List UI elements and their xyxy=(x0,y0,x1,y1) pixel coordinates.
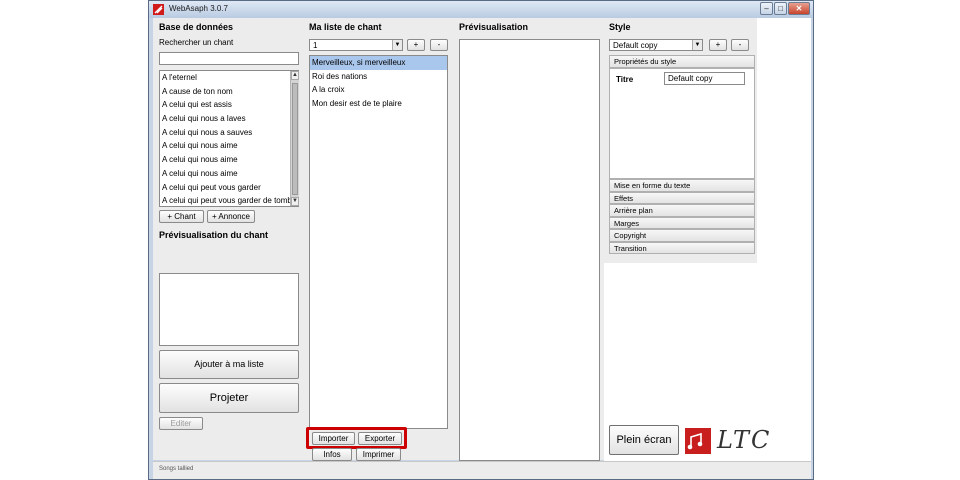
song-list-scrollbar[interactable]: ▲ ▼ xyxy=(290,71,299,206)
style-heading: Style xyxy=(609,22,631,32)
app-logo-icon xyxy=(153,4,164,15)
my-list-item[interactable]: A la croix xyxy=(310,83,447,97)
song-list-item[interactable]: A celui qui nous aime xyxy=(160,167,290,181)
song-list-item[interactable]: A celui qui nous aime xyxy=(160,139,290,153)
remove-list-button[interactable]: - xyxy=(430,39,448,51)
accordion-transition[interactable]: Transition xyxy=(609,241,755,254)
minimize-button[interactable]: ‒ xyxy=(760,2,773,15)
song-list-item[interactable]: A celui qui peut vous garder xyxy=(160,181,290,195)
maximize-button[interactable]: □ xyxy=(774,2,787,15)
dropdown-arrow-icon[interactable]: ▼ xyxy=(692,40,702,50)
remove-style-button[interactable]: - xyxy=(731,39,749,51)
style-selector-value: Default copy xyxy=(613,41,658,50)
song-preview-area xyxy=(159,273,299,346)
list-selector-value: 1 xyxy=(313,41,318,50)
app-window: WebAsaph 3.0.7 ‒ □ ✕ Base de données Rec… xyxy=(148,0,814,480)
fullscreen-button[interactable]: Plein écran xyxy=(609,425,679,455)
edit-button[interactable]: Editer xyxy=(159,417,203,430)
song-list-item[interactable]: A celui qui peut vous garder de tombe xyxy=(160,194,290,206)
dropdown-arrow-icon[interactable]: ▼ xyxy=(392,40,402,50)
title-label: Titre xyxy=(616,75,634,84)
my-list-item[interactable]: Merveilleux, si merveilleux xyxy=(310,56,447,70)
preview-heading: Prévisualisation xyxy=(459,22,529,32)
accordion-effects[interactable]: Effets xyxy=(609,191,755,204)
export-button[interactable]: Exporter xyxy=(358,432,402,445)
info-button[interactable]: Infos xyxy=(312,448,352,461)
song-list-item[interactable]: A l'eternel xyxy=(160,71,290,85)
main-panel: Base de données Rechercher un chant A l'… xyxy=(153,18,811,461)
add-announce-button[interactable]: + Annonce xyxy=(207,210,255,223)
song-database-list[interactable]: A l'eternel A cause de ton nom A celui qui… xyxy=(159,70,299,207)
preview-area xyxy=(459,39,600,461)
scroll-down-icon[interactable]: ▼ xyxy=(291,197,299,206)
style-properties-panel: Propriétés du style Titre Default copy M… xyxy=(609,55,755,255)
scroll-up-icon[interactable]: ▲ xyxy=(291,71,299,80)
window-title: WebAsaph 3.0.7 xyxy=(169,4,229,13)
ltc-logo-text: LTC xyxy=(717,426,772,454)
style-properties-body: Titre Default copy xyxy=(609,68,755,179)
song-list-item[interactable]: A celui qui nous aime xyxy=(160,153,290,167)
ltc-logo: LTC xyxy=(685,426,807,456)
print-button[interactable]: Imprimer xyxy=(356,448,401,461)
scroll-thumb[interactable] xyxy=(292,83,298,195)
song-list-item[interactable]: A cause de ton nom xyxy=(160,85,290,99)
add-list-button[interactable]: + xyxy=(407,39,425,51)
status-text: Songs tallied xyxy=(159,466,194,472)
database-heading: Base de données xyxy=(159,22,234,32)
accordion-copyright[interactable]: Copyright xyxy=(609,229,755,242)
song-preview-heading: Prévisualisation du chant xyxy=(159,230,269,240)
my-list-item[interactable]: Mon desir est de te plaire xyxy=(310,97,447,111)
my-list-item[interactable]: Roi des nations xyxy=(310,70,447,84)
title-bar[interactable]: WebAsaph 3.0.7 ‒ □ ✕ xyxy=(149,1,813,18)
style-selector[interactable]: Default copy ▼ xyxy=(609,39,703,51)
close-button[interactable]: ✕ xyxy=(788,2,810,15)
song-list-item[interactable]: A celui qui est assis xyxy=(160,98,290,112)
add-style-button[interactable]: + xyxy=(709,39,727,51)
title-input[interactable]: Default copy xyxy=(664,72,745,85)
list-selector[interactable]: 1 ▼ xyxy=(309,39,403,51)
add-song-button[interactable]: + Chant xyxy=(159,210,204,223)
project-button[interactable]: Projeter xyxy=(159,383,299,413)
search-input[interactable] xyxy=(159,52,299,65)
song-list-item[interactable]: A celui qui nous a laves xyxy=(160,112,290,126)
accordion-text-formatting[interactable]: Mise en forme du texte xyxy=(609,179,755,192)
search-label: Rechercher un chant xyxy=(159,38,234,47)
my-song-list-items: Merveilleux, si merveilleux Roi des natio… xyxy=(310,56,447,428)
my-song-list[interactable]: Merveilleux, si merveilleux Roi des natio… xyxy=(309,55,448,429)
status-bar: Songs tallied xyxy=(153,461,811,479)
song-list-items: A l'eternel A cause de ton nom A celui qui… xyxy=(160,71,290,206)
music-note-icon xyxy=(685,428,711,454)
my-list-heading: Ma liste de chant xyxy=(309,22,382,32)
accordion-background[interactable]: Arrière plan xyxy=(609,204,755,217)
song-list-item[interactable]: A celui qui nous a sauves xyxy=(160,126,290,140)
import-button[interactable]: Importer xyxy=(312,432,355,445)
accordion-margins[interactable]: Marges xyxy=(609,216,755,229)
style-properties-header[interactable]: Propriétés du style xyxy=(609,55,755,68)
add-to-list-button[interactable]: Ajouter à ma liste xyxy=(159,350,299,379)
